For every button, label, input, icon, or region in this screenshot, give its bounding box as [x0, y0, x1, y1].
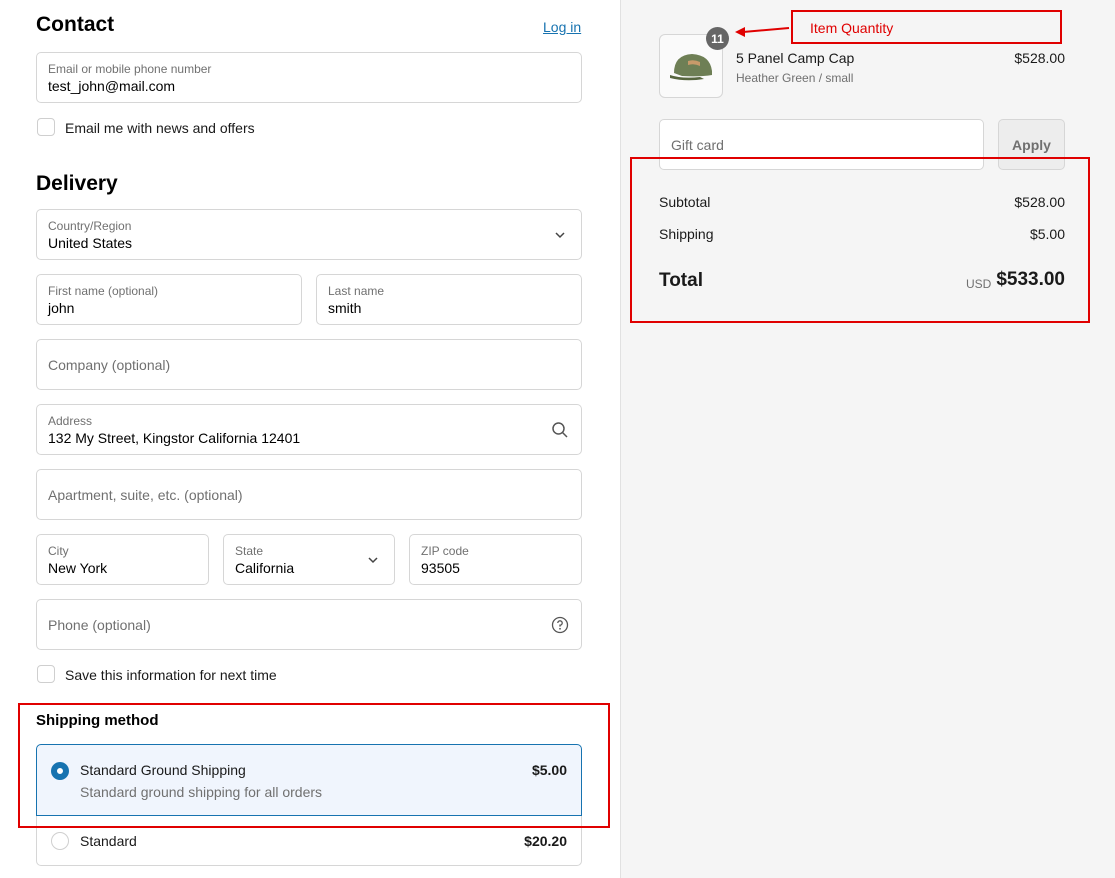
- shipping-option-price: $20.20: [524, 833, 567, 849]
- phone-placeholder: Phone (optional): [48, 616, 151, 633]
- email-field-value: test_john@mail.com: [48, 78, 176, 94]
- last-name-field[interactable]: Last name smith: [316, 274, 582, 325]
- annotation-box-totals: [630, 157, 1090, 323]
- last-name-value: smith: [328, 300, 362, 316]
- city-field[interactable]: City New York: [36, 534, 209, 585]
- first-name-label: First name (optional): [48, 284, 159, 298]
- country-select[interactable]: Country/Region United States: [36, 209, 582, 260]
- zip-label: ZIP code: [421, 544, 469, 558]
- last-name-label: Last name: [328, 284, 385, 298]
- shipping-option-name: Standard: [80, 833, 137, 849]
- news-checkbox[interactable]: [37, 118, 55, 136]
- news-checkbox-label: Email me with news and offers: [65, 120, 255, 136]
- address-value: 132 My Street, Kingstor California 12401: [48, 430, 301, 446]
- company-field[interactable]: Company (optional): [36, 339, 582, 390]
- chevron-down-icon: [364, 551, 382, 569]
- city-label: City: [48, 544, 69, 558]
- contact-heading: Contact: [36, 13, 115, 36]
- state-select[interactable]: State California: [223, 534, 395, 585]
- delivery-heading: Delivery: [36, 172, 118, 195]
- state-value: California: [235, 560, 295, 576]
- annotation-box-shipping: [18, 703, 610, 828]
- first-name-value: john: [48, 300, 75, 316]
- company-placeholder: Company (optional): [48, 356, 171, 373]
- address-label: Address: [48, 414, 93, 428]
- save-info-checkbox[interactable]: [37, 665, 55, 683]
- zip-value: 93505: [421, 560, 460, 576]
- search-icon[interactable]: [551, 421, 569, 439]
- phone-field[interactable]: Phone (optional): [36, 599, 582, 650]
- apartment-field[interactable]: Apartment, suite, etc. (optional): [36, 469, 582, 520]
- product-name: 5 Panel Camp Cap: [736, 50, 855, 66]
- gift-card-placeholder: Gift card: [671, 136, 724, 153]
- country-label: Country/Region: [48, 219, 132, 233]
- login-link[interactable]: Log in: [543, 19, 581, 35]
- item-quantity-badge: 11: [706, 27, 729, 50]
- product-variant: Heather Green / small: [736, 71, 854, 85]
- address-field[interactable]: Address 132 My Street, Kingstor Californ…: [36, 404, 582, 455]
- apartment-placeholder: Apartment, suite, etc. (optional): [48, 486, 243, 503]
- city-value: New York: [48, 560, 108, 576]
- zip-field[interactable]: ZIP code 93505: [409, 534, 582, 585]
- email-field[interactable]: Email or mobile phone number test_john@m…: [36, 52, 582, 103]
- first-name-field[interactable]: First name (optional) john: [36, 274, 302, 325]
- save-info-checkbox-label: Save this information for next time: [65, 667, 277, 683]
- state-label: State: [235, 544, 264, 558]
- radio-unselected[interactable]: [51, 832, 69, 850]
- product-price: $528.00: [1014, 50, 1065, 66]
- email-field-label: Email or mobile phone number: [48, 62, 212, 76]
- help-icon[interactable]: [551, 616, 569, 634]
- country-value: United States: [48, 235, 133, 251]
- chevron-down-icon: [551, 226, 569, 244]
- annotation-arrow-icon: [735, 27, 790, 37]
- annotation-item-quantity-label: Item Quantity: [810, 20, 894, 36]
